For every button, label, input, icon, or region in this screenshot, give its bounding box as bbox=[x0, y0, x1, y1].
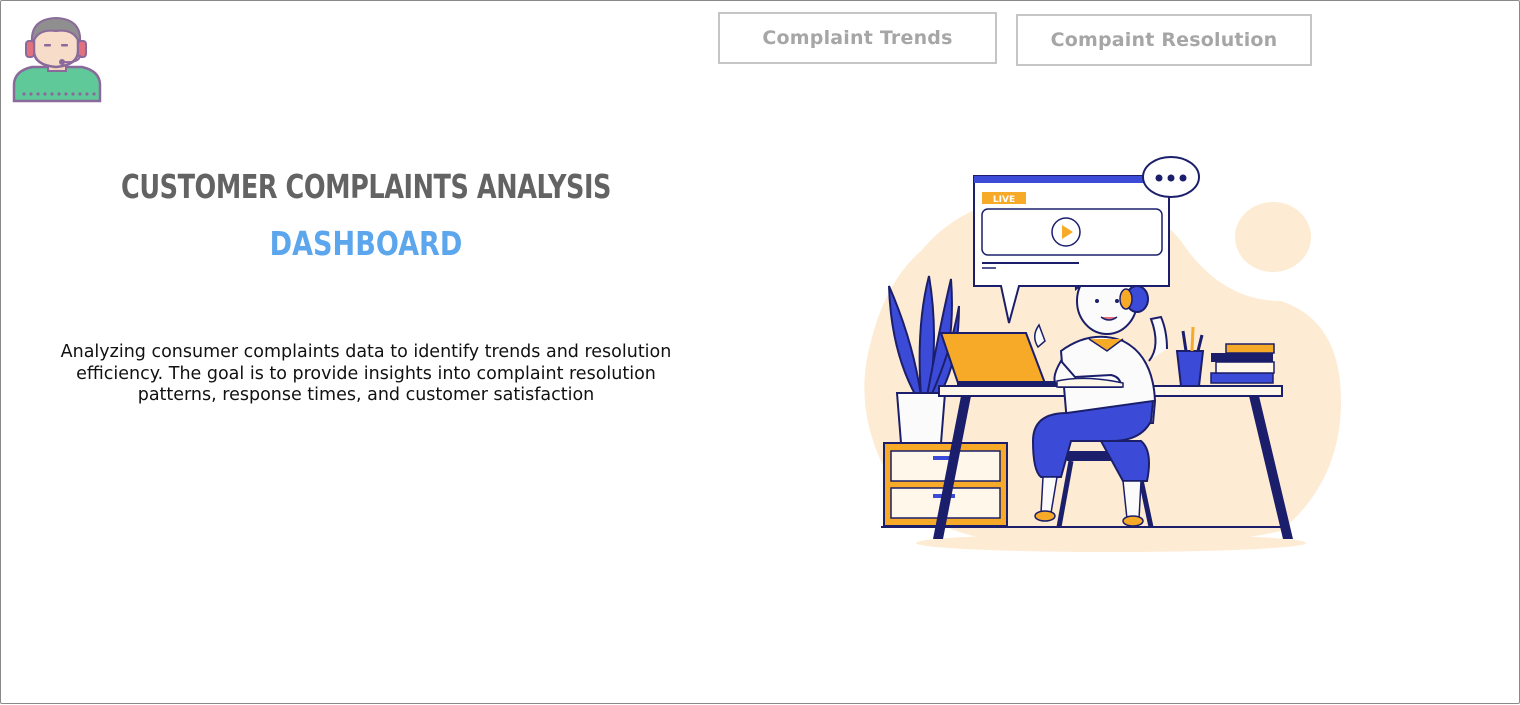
page-description: Analyzing consumer complaints data to id… bbox=[60, 342, 672, 405]
complaint-trends-button[interactable]: Complaint Trends bbox=[718, 12, 997, 64]
complaint-trends-label: Complaint Trends bbox=[762, 27, 953, 49]
support-agent-icon bbox=[10, 15, 104, 105]
page-title: CUSTOMER COMPLAINTS ANALYSIS bbox=[121, 167, 611, 206]
complaint-resolution-label: Compaint Resolution bbox=[1050, 29, 1278, 51]
dashboard-canvas: Complaint Trends Compaint Resolution CUS… bbox=[0, 0, 1520, 704]
page-subtitle: DASHBOARD bbox=[269, 224, 463, 263]
live-badge: LIVE bbox=[993, 195, 1015, 205]
person-at-desk-illustration: LIVE bbox=[861, 151, 1351, 556]
complaint-resolution-button[interactable]: Compaint Resolution bbox=[1016, 14, 1312, 66]
